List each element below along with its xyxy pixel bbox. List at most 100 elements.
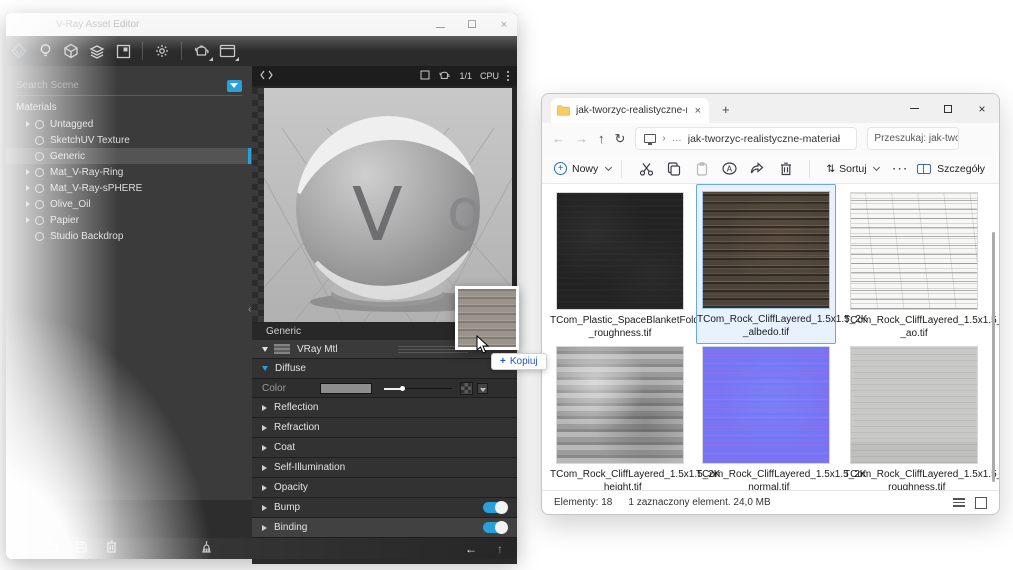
- back-arrow-icon[interactable]: ←: [465, 542, 477, 556]
- nav-back-icon[interactable]: ←: [552, 131, 565, 146]
- section-reflection[interactable]: Reflection: [252, 398, 517, 418]
- preview-shape-icon[interactable]: [420, 70, 430, 82]
- section-opacity[interactable]: Opacity: [252, 478, 517, 498]
- search-scene-input[interactable]: Search Scene: [16, 76, 242, 96]
- refresh-icon[interactable]: [6, 540, 36, 558]
- section-bump[interactable]: Bump: [252, 498, 517, 518]
- details-button[interactable]: Szczegóły: [917, 163, 985, 175]
- maximize-icon[interactable]: [465, 19, 479, 31]
- this-pc-icon: [644, 134, 656, 143]
- material-item-untagged[interactable]: Untagged: [6, 116, 252, 132]
- expand-icon[interactable]: [26, 121, 30, 127]
- mouse-cursor: [476, 335, 490, 360]
- rename-button[interactable]: A: [716, 162, 744, 175]
- collapse-preview-icon[interactable]: [260, 67, 273, 85]
- section-coat[interactable]: Coat: [252, 438, 517, 458]
- color-swatch[interactable]: [320, 383, 372, 394]
- geometry-icon[interactable]: [58, 40, 84, 62]
- collapsed-triangle-icon[interactable]: [262, 525, 267, 531]
- new-tab-icon[interactable]: +: [722, 102, 730, 117]
- section-diffuse[interactable]: Diffuse: [252, 359, 517, 379]
- section-self-illumination[interactable]: Self-Illumination: [252, 458, 517, 478]
- lights-icon[interactable]: [32, 40, 58, 62]
- expand-icon[interactable]: [26, 217, 30, 223]
- tab-close-icon[interactable]: ×: [693, 105, 703, 117]
- breadcrumb[interactable]: jak-tworzyc-realistyczne-materiał: [688, 133, 840, 145]
- save-icon[interactable]: [66, 540, 96, 558]
- paste-button[interactable]: [688, 162, 716, 176]
- preview-teapot-icon[interactable]: [438, 70, 451, 83]
- breadcrumb-separator: ›: [662, 133, 665, 144]
- filter-icon[interactable]: [227, 80, 242, 92]
- expanded-triangle-icon[interactable]: [262, 366, 268, 371]
- up-arrow-icon[interactable]: ↑: [497, 542, 503, 556]
- texture-slot-icon[interactable]: [460, 382, 473, 395]
- more-options-icon[interactable]: ···: [893, 163, 910, 175]
- engine-selector[interactable]: CPU: [480, 71, 499, 81]
- material-item-olive-oil[interactable]: Olive_Oil: [6, 196, 252, 212]
- delete-button[interactable]: [772, 162, 800, 176]
- maximize-icon[interactable]: [931, 94, 965, 123]
- close-icon[interactable]: ×: [497, 19, 511, 31]
- collapsed-triangle-icon[interactable]: [262, 445, 267, 451]
- explorer-tab[interactable]: jak-tworzyc-realistyczne-mate ×: [551, 98, 709, 123]
- render-elements-icon[interactable]: [84, 40, 110, 62]
- folder-open-icon[interactable]: [36, 540, 66, 558]
- minimize-icon[interactable]: [433, 19, 447, 31]
- sort-button[interactable]: ⇅ Sortuj: [826, 163, 878, 175]
- panel-collapse-chevron[interactable]: ‹: [248, 304, 251, 315]
- breadcrumb-more-icon[interactable]: …: [672, 133, 682, 144]
- expand-icon[interactable]: [26, 169, 30, 175]
- copy-button[interactable]: [660, 162, 688, 176]
- render-teapot-icon[interactable]: [188, 40, 214, 62]
- frame-count[interactable]: 1/1: [459, 71, 472, 81]
- file-tile[interactable]: TCom_Rock_CliffLayered_1.5x1.5_2K_normal…: [696, 346, 836, 494]
- vray-logo-icon[interactable]: [6, 40, 32, 62]
- search-input[interactable]: Przeszukaj: jak-tworz: [867, 127, 959, 150]
- bump-toggle-on[interactable]: [483, 502, 507, 513]
- material-item-ring[interactable]: Mat_V-Ray-Ring: [6, 164, 252, 180]
- file-tile[interactable]: TCom_Plastic_SpaceBlanketFolds_4K_roughn…: [550, 192, 690, 340]
- collapsed-triangle-icon[interactable]: [262, 405, 267, 411]
- material-item-papier[interactable]: Papier: [6, 212, 252, 228]
- trash-icon[interactable]: [96, 540, 126, 558]
- expand-icon[interactable]: [26, 201, 30, 207]
- collapsed-triangle-icon[interactable]: [262, 425, 267, 431]
- collapsed-triangle-icon[interactable]: [262, 465, 267, 471]
- material-item-sphere[interactable]: Mat_V-Ray-sPHERE: [6, 180, 252, 196]
- collapse-triangle-icon[interactable]: [262, 347, 268, 352]
- list-view-icon[interactable]: [953, 498, 965, 506]
- purge-broom-icon[interactable]: [191, 540, 221, 558]
- material-item-studio-backdrop[interactable]: Studio Backdrop: [6, 228, 252, 244]
- color-amount-slider[interactable]: [384, 383, 452, 393]
- cut-button[interactable]: [632, 162, 660, 176]
- binding-toggle-on[interactable]: [483, 522, 507, 533]
- thumbnail-view-icon[interactable]: [975, 497, 987, 509]
- file-tile[interactable]: TCom_Rock_CliffLayered_1.5x1.5_2K_ao.tif: [844, 192, 984, 340]
- expand-icon[interactable]: [26, 185, 30, 191]
- new-button[interactable]: + Nowy: [554, 162, 611, 175]
- share-button[interactable]: [744, 162, 772, 175]
- textures-icon[interactable]: [110, 40, 136, 62]
- close-icon[interactable]: ×: [965, 94, 999, 123]
- address-bar[interactable]: › … jak-tworzyc-realistyczne-materiał: [635, 127, 857, 150]
- material-item-sketchuv[interactable]: SketchUV Texture: [6, 132, 252, 148]
- section-binding[interactable]: Binding: [252, 518, 517, 538]
- file-tile[interactable]: TCom_Rock_CliffLayered_1.5x1.5_2K_roughn…: [844, 346, 984, 494]
- preview-menu-icon[interactable]: [507, 71, 509, 81]
- nav-forward-icon[interactable]: →: [575, 131, 588, 146]
- vray-titlebar[interactable]: V-Ray Asset Editor ×: [6, 13, 517, 36]
- minimize-icon[interactable]: [897, 94, 931, 123]
- frame-buffer-icon[interactable]: [214, 40, 240, 62]
- collapsed-triangle-icon[interactable]: [262, 505, 267, 511]
- nav-up-icon[interactable]: ↑: [598, 131, 605, 146]
- material-item-generic[interactable]: Generic: [6, 148, 252, 164]
- settings-gear-icon[interactable]: [149, 40, 175, 62]
- texture-dropdown-icon[interactable]: [477, 383, 488, 394]
- nav-refresh-icon[interactable]: ↻: [615, 131, 626, 147]
- file-tile[interactable]: TCom_Rock_CliffLayered_1.5x1.5_2K_height…: [550, 346, 690, 494]
- section-refraction[interactable]: Refraction: [252, 418, 517, 438]
- file-tile-selected[interactable]: TCom_Rock_CliffLayered_1.5x1.5_2K_albedo…: [696, 184, 836, 344]
- collapsed-triangle-icon[interactable]: [262, 485, 267, 491]
- vertical-scrollbar[interactable]: [992, 232, 995, 482]
